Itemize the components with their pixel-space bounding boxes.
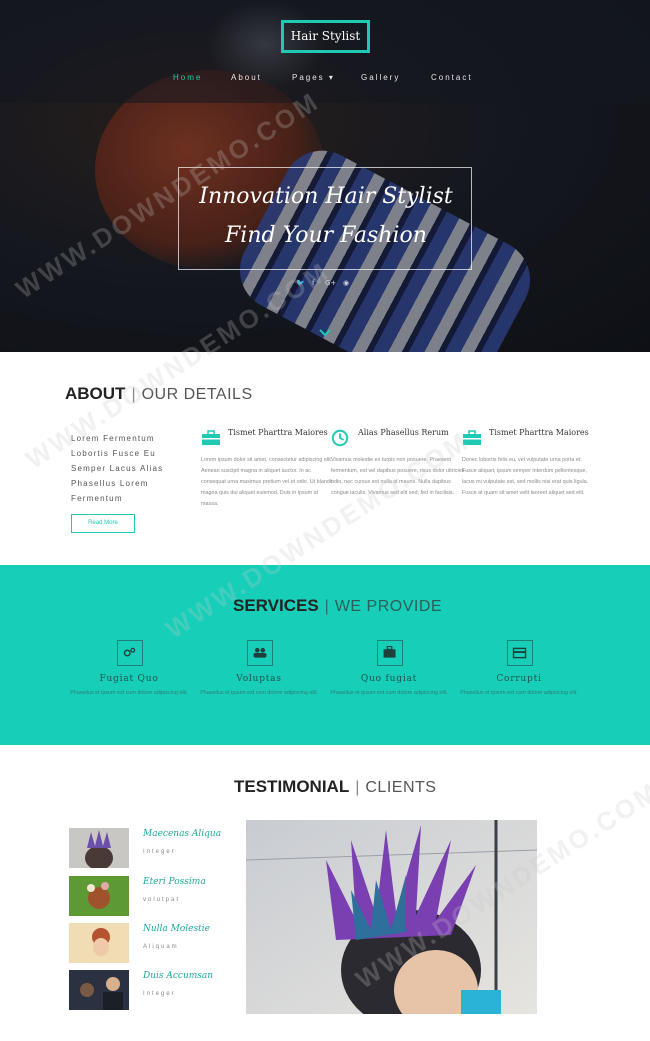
service-description: Phasellus et ipsum est cum dolore adipis… (460, 690, 578, 696)
service-description: Phasellus et ipsum est cum dolore adipis… (330, 690, 448, 696)
service-icon-box (377, 640, 403, 666)
testimonial-featured-photo (246, 820, 537, 1014)
client-name: Duis Accumsan (143, 971, 214, 981)
briefcase-icon (202, 430, 220, 445)
social-links: 🐦 f G+ ◉ (296, 279, 356, 289)
testimonial-item[interactable]: Eteri Possima volutpat (69, 876, 249, 916)
about-list-item: Lorem Fermentum (71, 434, 155, 443)
clock-icon (331, 429, 349, 447)
hero-headline-line1: Innovation Hair Stylist (199, 184, 453, 209)
client-thumbnail (69, 876, 129, 916)
about-column-text: Lorem ipsum dolor sit amet, consectetur … (201, 457, 333, 507)
testimonial-item[interactable]: Nulla Molestie Aliquam (69, 923, 249, 963)
nav-contact[interactable]: Contact (431, 73, 473, 82)
about-list-item: Semper Lacus Alias (71, 464, 164, 473)
service-name: Corrupti (496, 674, 542, 684)
nav-gallery[interactable]: Gallery (361, 73, 400, 82)
client-thumbnail (69, 923, 129, 963)
client-name: Nulla Molestie (143, 924, 210, 934)
hero-headline-box: Innovation Hair Stylist Find Your Fashio… (178, 167, 472, 270)
nav-about[interactable]: About (231, 73, 262, 82)
about-list: Lorem Fermentum Lobortis Fusce Eu Semper… (71, 431, 181, 506)
about-column-heading: Tismet Pharttra Maiores (489, 428, 589, 437)
gears-icon (123, 647, 136, 657)
testimonial-title: TESTIMONIAL (234, 777, 350, 796)
testimonial-item[interactable]: Duis Accumsan Integer (69, 970, 249, 1010)
nav-pages[interactable]: Pages ▾ (292, 73, 335, 82)
read-more-button[interactable]: Read More (71, 514, 135, 533)
twitter-icon[interactable]: 🐦 (296, 279, 305, 287)
service-icon-box (247, 640, 273, 666)
google-plus-icon[interactable]: G+ (325, 279, 336, 287)
about-column-heading: Tismet Pharttra Maiores (228, 428, 328, 437)
hero-headline-line2: Find Your Fashion (225, 223, 427, 248)
about-subtitle: OUR DETAILS (141, 386, 253, 403)
services-title: SERVICES (233, 596, 319, 615)
briefcase-icon (463, 430, 481, 445)
credit-card-icon (512, 647, 527, 659)
about-title: ABOUT (65, 384, 126, 403)
client-role: Aliquam (143, 944, 179, 950)
testimonial-heading: TESTIMONIAL | CLIENTS (234, 777, 437, 796)
testimonial-item[interactable]: Maecenas Aliqua Integer (69, 828, 249, 868)
main-nav: Home About Pages ▾ Gallery Contact (0, 73, 650, 87)
about-list-item: Fermentum (71, 494, 123, 503)
chevron-down-icon[interactable] (318, 327, 332, 337)
client-role: Integer (143, 849, 176, 855)
client-role: volutpat (143, 897, 181, 903)
navbar: Hair Stylist Home About Pages ▾ Gallery … (0, 0, 650, 103)
client-thumbnail (69, 828, 129, 868)
service-name: Quo fugiat (360, 674, 418, 684)
testimonial-subtitle: CLIENTS (365, 779, 437, 796)
site-logo[interactable]: Hair Stylist (281, 20, 370, 53)
services-subtitle: WE PROVIDE (334, 598, 443, 615)
about-list-item: Phasellus Lorem (71, 479, 149, 488)
service-description: Phasellus et ipsum est cum dolore adipis… (70, 690, 188, 696)
about-heading: ABOUT | OUR DETAILS (65, 384, 253, 403)
about-list-item: Lobortis Fusce Eu (71, 449, 156, 458)
dribbble-icon[interactable]: ◉ (343, 279, 349, 287)
client-role: Integer (143, 991, 176, 997)
services-section (0, 565, 650, 745)
services-heading: SERVICES | WE PROVIDE (233, 596, 443, 615)
service-name: Fugiat Quo (99, 674, 159, 684)
about-column-text: Donec lobortis felis eu, vel vulputate u… (462, 457, 589, 496)
about-column-heading: Alias Phasellus Rerum (358, 428, 449, 437)
nav-home[interactable]: Home (173, 73, 202, 82)
service-icon-box (117, 640, 143, 666)
client-name: Eteri Possima (143, 877, 206, 887)
client-thumbnail (69, 970, 129, 1010)
service-icon-box (507, 640, 533, 666)
hero-banner: Hair Stylist Home About Pages ▾ Gallery … (0, 0, 650, 352)
users-icon (253, 647, 267, 658)
service-description: Phasellus et ipsum est cum dolore adipis… (200, 690, 318, 696)
client-name: Maecenas Aliqua (143, 829, 222, 839)
facebook-icon[interactable]: f (312, 279, 314, 287)
about-column-text: Vivamus molestie ex turpis non posuere. … (331, 457, 465, 496)
service-name: Voluptas (236, 674, 282, 684)
briefcase-icon (383, 645, 396, 658)
